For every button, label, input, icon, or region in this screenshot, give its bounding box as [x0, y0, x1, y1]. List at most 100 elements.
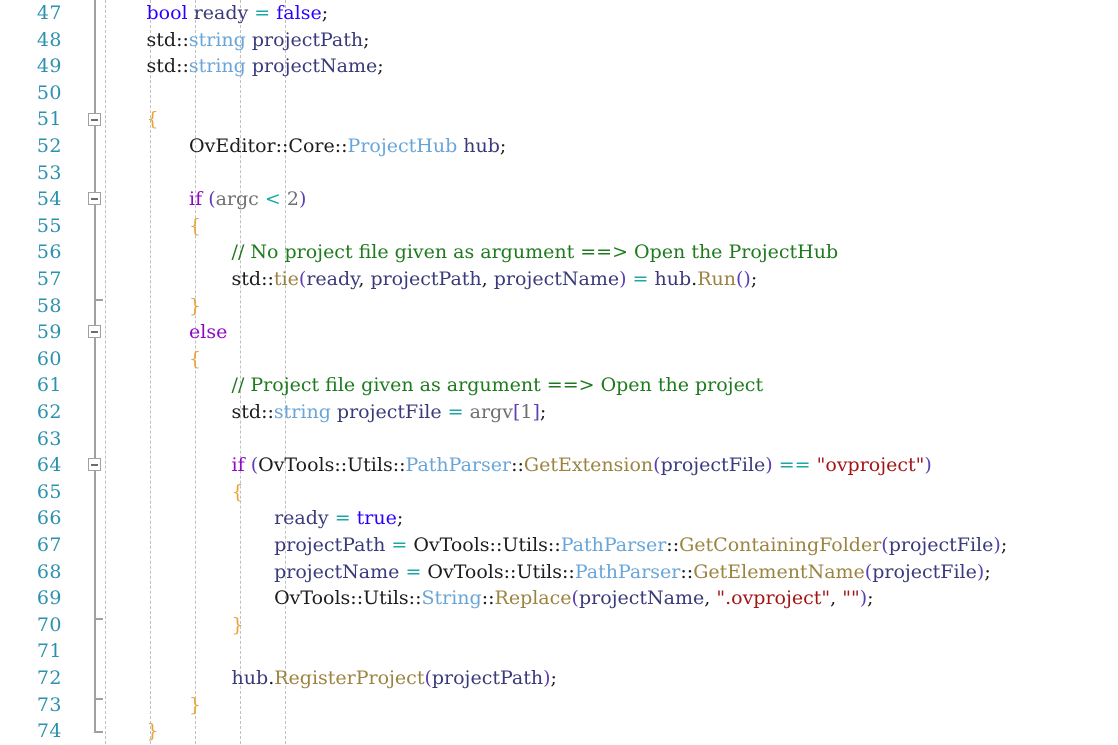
token: ( — [881, 534, 889, 556]
code-text[interactable]: } — [232, 612, 244, 639]
token: { — [189, 214, 202, 237]
fold-column[interactable] — [88, 372, 102, 399]
fold-column[interactable] — [88, 79, 102, 107]
fold-column[interactable] — [88, 505, 102, 532]
code-line[interactable]: 67 projectPath = OvTools::Utils::PathPars… — [0, 532, 1118, 559]
code-text[interactable]: ready = true; — [274, 505, 403, 532]
code-line[interactable]: 52 OvEditor::Core::ProjectHub hub; — [0, 133, 1118, 160]
fold-column[interactable] — [88, 665, 102, 692]
fold-column[interactable] — [88, 239, 102, 266]
code-line[interactable]: 73} — [0, 691, 1118, 719]
fold-column[interactable] — [88, 478, 102, 506]
code-text[interactable]: } — [189, 692, 201, 719]
code-line[interactable]: 54 if (argc < 2) — [0, 186, 1118, 213]
code-line[interactable]: 58} — [0, 292, 1118, 320]
code-text[interactable]: { — [147, 106, 159, 133]
token: OvTools — [413, 534, 490, 556]
fold-spine — [94, 585, 96, 612]
code-text[interactable]: std::tie(ready, projectPath, projectName… — [232, 266, 758, 293]
code-text[interactable]: } — [147, 718, 159, 745]
code-text[interactable]: projectName = OvTools::Utils::PathParser… — [274, 559, 991, 586]
fold-column[interactable] — [88, 611, 103, 639]
code-line[interactable]: 70} — [0, 611, 1118, 639]
fold-column[interactable] — [88, 133, 102, 160]
code-line[interactable]: 72 hub.RegisterProject(projectPath); — [0, 665, 1118, 692]
code-editor[interactable]: 47 bool ready = false; 48 std::string proje… — [0, 0, 1118, 744]
code-line[interactable]: 71 — [0, 638, 1118, 665]
code-line[interactable]: 47 bool ready = false; — [0, 0, 1118, 27]
fold-column[interactable] — [88, 26, 102, 54]
code-text[interactable]: std::string projectName; — [147, 53, 384, 80]
code-text[interactable]: // Project file given as argument ==> Op… — [232, 372, 764, 399]
code-line[interactable]: 56 // No project file given as argument =… — [0, 239, 1118, 266]
fold-column[interactable] — [88, 53, 102, 80]
fold-collapse-icon[interactable] — [88, 458, 101, 472]
code-line[interactable]: 66 ready = true; — [0, 505, 1118, 532]
fold-collapse-icon[interactable] — [88, 325, 101, 339]
token: :: — [408, 587, 422, 610]
code-text[interactable]: else — [189, 319, 227, 346]
code-text[interactable]: if (OvTools::Utils::PathParser::GetExten… — [232, 452, 932, 479]
code-text[interactable]: std::string projectPath; — [147, 27, 370, 54]
fold-column[interactable] — [88, 558, 102, 586]
code-text[interactable]: // No project file given as argument ==>… — [232, 239, 839, 266]
code-text[interactable]: OvTools::Utils::String::Replace(projectN… — [274, 585, 873, 612]
code-line[interactable]: 50 — [0, 79, 1118, 107]
code-text[interactable]: { — [232, 479, 244, 506]
token: ; — [396, 507, 404, 530]
token: :: — [489, 534, 503, 556]
fold-collapse-icon[interactable] — [88, 112, 101, 126]
fold-column[interactable] — [88, 345, 102, 373]
code-line[interactable]: 57 std::tie(ready, projectPath, projectNa… — [0, 266, 1118, 293]
fold-column[interactable] — [88, 319, 102, 346]
fold-column[interactable] — [88, 212, 102, 240]
fold-column[interactable] — [88, 718, 103, 745]
fold-column[interactable] — [88, 159, 102, 187]
code-line[interactable]: 51 { — [0, 106, 1118, 133]
fold-spine — [94, 532, 96, 559]
token: ; — [363, 28, 370, 51]
code-line[interactable]: 62 std::string projectFile = argv[1]; — [0, 399, 1118, 426]
code-line[interactable]: 64 if (OvTools::Utils::PathParser::GetExt… — [0, 452, 1118, 479]
code-text[interactable]: OvEditor::Core::ProjectHub hub; — [189, 133, 506, 160]
line-number: 74 — [36, 720, 62, 743]
code-line[interactable]: 48 std::string projectPath; — [0, 26, 1118, 54]
code-line[interactable]: 59 else — [0, 319, 1118, 346]
fold-column[interactable] — [88, 399, 102, 426]
fold-column[interactable] — [88, 585, 102, 612]
fold-column[interactable] — [88, 452, 102, 479]
fold-column[interactable] — [88, 532, 102, 559]
code-text[interactable]: } — [189, 293, 201, 320]
code-line[interactable]: 68 projectName = OvTools::Utils::PathPars… — [0, 558, 1118, 586]
fold-spine — [94, 26, 96, 54]
fold-column[interactable] — [88, 0, 102, 27]
code-line[interactable]: 69 OvTools::Utils::String::Replace(projec… — [0, 585, 1118, 612]
fold-column[interactable] — [88, 691, 103, 719]
code-text[interactable]: std::string projectFile = argv[1]; — [232, 399, 547, 426]
code-line[interactable]: 61 // Project file given as argument ==> … — [0, 372, 1118, 399]
code-line[interactable]: 74} — [0, 718, 1118, 745]
line-number: 58 — [36, 294, 62, 317]
code-text[interactable]: bool ready = false; — [147, 0, 329, 27]
token: projectFile — [888, 534, 994, 556]
code-line[interactable]: 65 { — [0, 478, 1118, 506]
code-line[interactable]: 53 — [0, 159, 1118, 187]
fold-spine — [94, 718, 96, 732]
fold-column[interactable] — [88, 186, 102, 213]
fold-column[interactable] — [88, 425, 102, 453]
fold-column[interactable] — [88, 292, 103, 320]
code-line[interactable]: 55 { — [0, 212, 1118, 240]
code-text[interactable]: projectPath = OvTools::Utils::PathParser… — [274, 532, 1007, 559]
code-text[interactable]: { — [189, 346, 201, 373]
code-line[interactable]: 63 — [0, 425, 1118, 453]
code-line[interactable]: 49 std::string projectName; — [0, 53, 1118, 80]
fold-column[interactable] — [88, 638, 102, 665]
code-text[interactable]: hub.RegisterProject(projectPath); — [232, 665, 557, 692]
fold-collapse-icon[interactable] — [88, 192, 101, 206]
code-line[interactable]: 60 { — [0, 345, 1118, 373]
fold-column[interactable] — [88, 106, 102, 133]
code-text[interactable]: if (argc < 2) — [189, 186, 306, 213]
token: :: — [547, 534, 561, 556]
fold-column[interactable] — [88, 266, 102, 293]
code-text[interactable]: { — [189, 213, 201, 240]
